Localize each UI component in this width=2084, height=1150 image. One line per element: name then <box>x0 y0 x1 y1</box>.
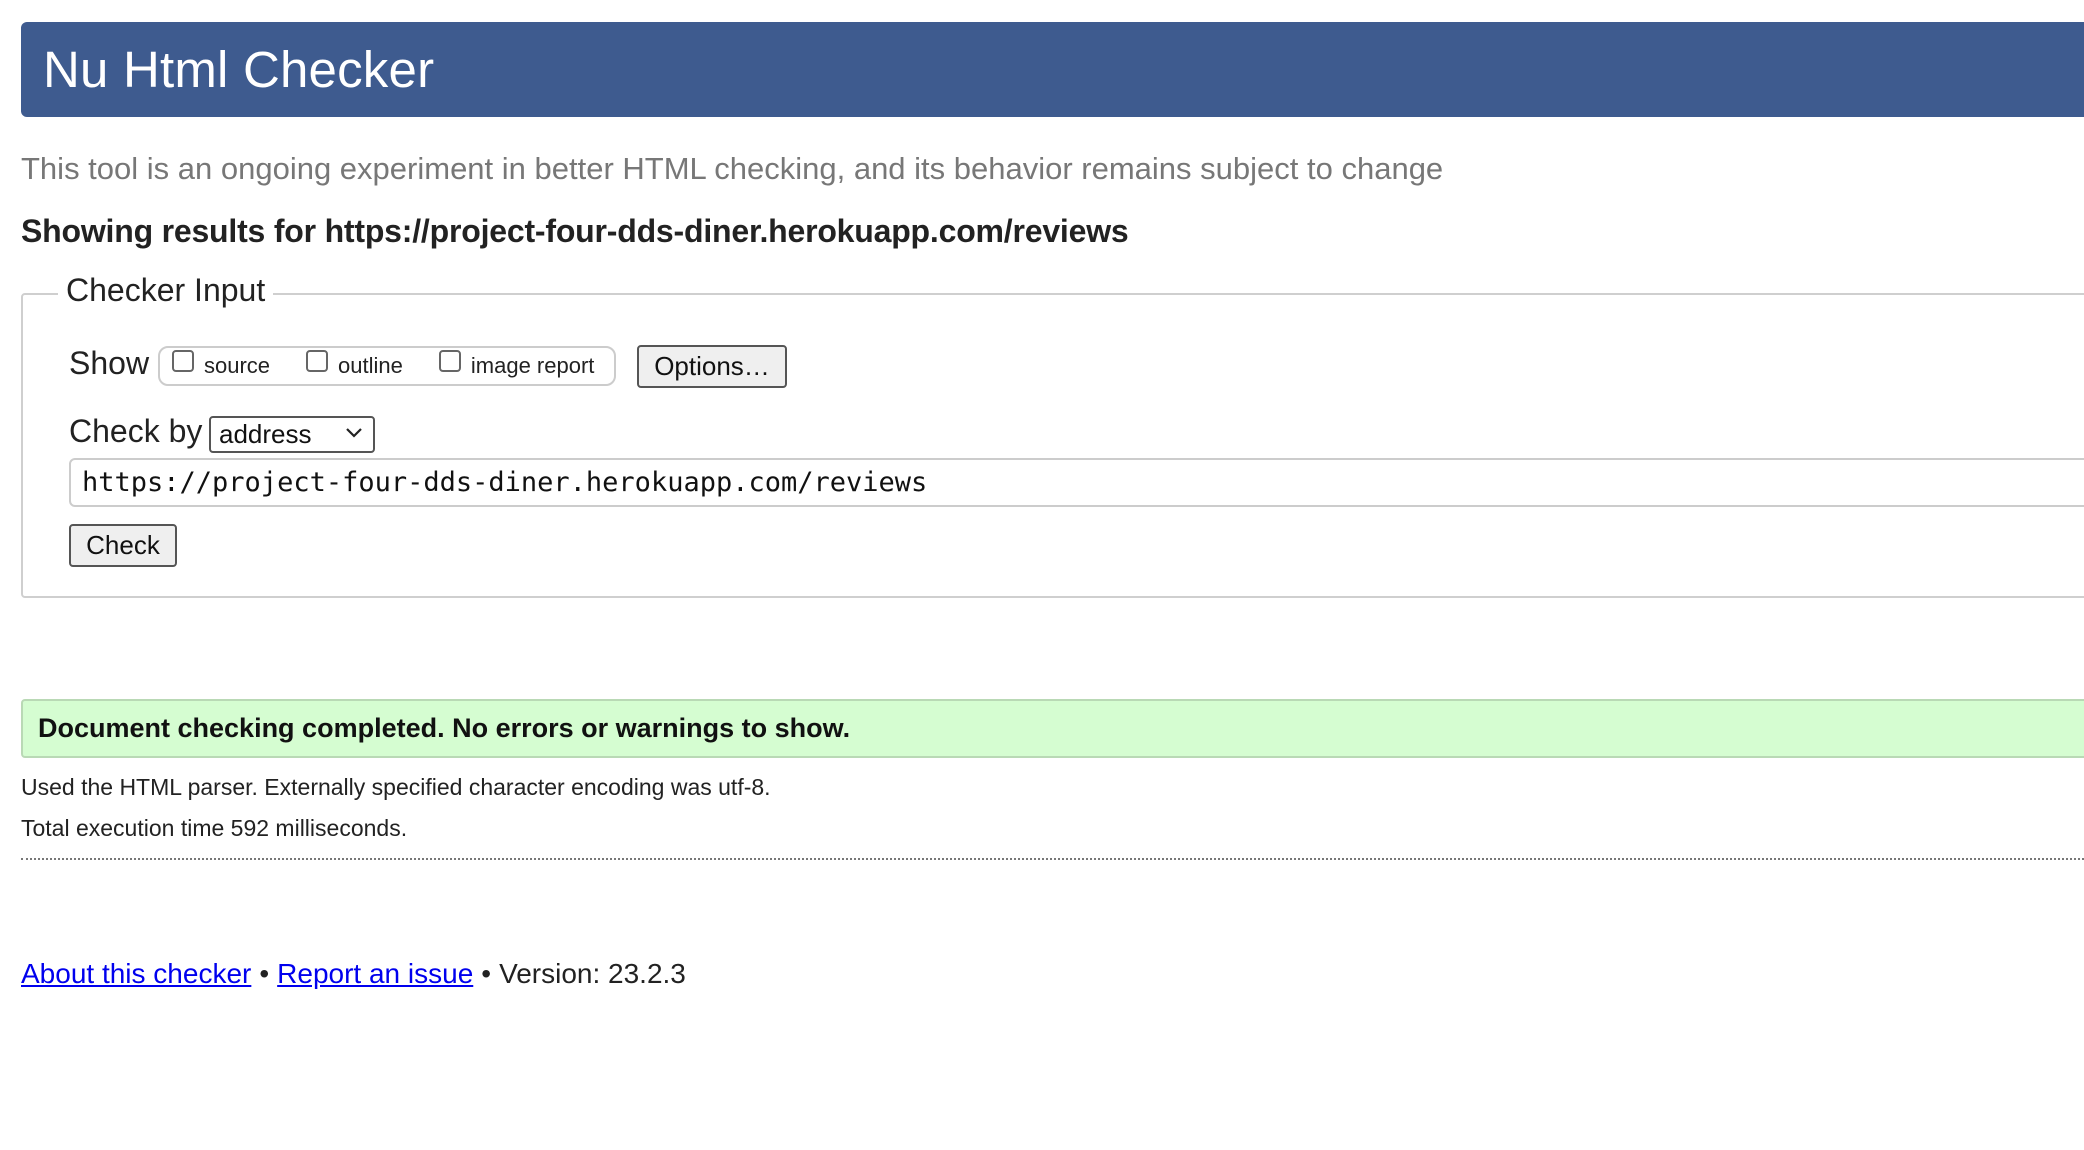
outline-checkbox-label: outline <box>338 353 403 378</box>
checker-input-legend: Checker Input <box>58 272 274 309</box>
results-heading: Showing results for https://project-four… <box>21 213 1129 249</box>
version-text: Version: 23.2.3 <box>499 958 686 989</box>
check-button[interactable]: Check <box>69 524 177 567</box>
header-bar: Nu Html Checker <box>21 22 2084 117</box>
page-title: Nu Html Checker <box>43 41 435 98</box>
intro-text: This tool is an ongoing experiment in be… <box>21 151 1444 186</box>
divider <box>21 858 2084 860</box>
chevron-down-icon <box>346 428 362 438</box>
show-image-report-option[interactable]: image report <box>438 350 595 379</box>
show-outline-option[interactable]: outline <box>306 350 403 379</box>
parser-info: Used the HTML parser. Externally specifi… <box>21 774 771 800</box>
footer: About this checker • Report an issue • Versi… <box>21 958 686 990</box>
execution-time: Total execution time 592 milliseconds. <box>21 815 408 841</box>
footer-separator: • <box>481 958 492 989</box>
options-button[interactable]: Options… <box>637 345 787 388</box>
show-label: Show <box>69 345 150 381</box>
source-checkbox-label: source <box>204 353 271 378</box>
image-report-checkbox-label: image report <box>470 353 595 378</box>
check-by-selected-value: address <box>219 419 312 449</box>
footer-separator: • <box>259 958 270 989</box>
show-source-option[interactable]: source <box>172 350 271 379</box>
url-input[interactable]: https://project-four-dds-diner.herokuapp… <box>69 458 2084 507</box>
check-by-select[interactable]: address <box>209 416 375 453</box>
page: Nu Html Checker This tool is an ongoing … <box>0 0 2084 1150</box>
report-issue-link[interactable]: Report an issue <box>277 958 473 989</box>
check-by-label: Check by <box>69 413 203 449</box>
source-checkbox[interactable] <box>172 350 194 372</box>
image-report-checkbox[interactable] <box>438 350 461 372</box>
about-checker-link[interactable]: About this checker <box>21 958 251 989</box>
outline-checkbox[interactable] <box>306 350 329 372</box>
success-message: Document checking completed. No errors o… <box>21 699 2084 758</box>
show-options-group: source outline image report <box>158 346 616 386</box>
